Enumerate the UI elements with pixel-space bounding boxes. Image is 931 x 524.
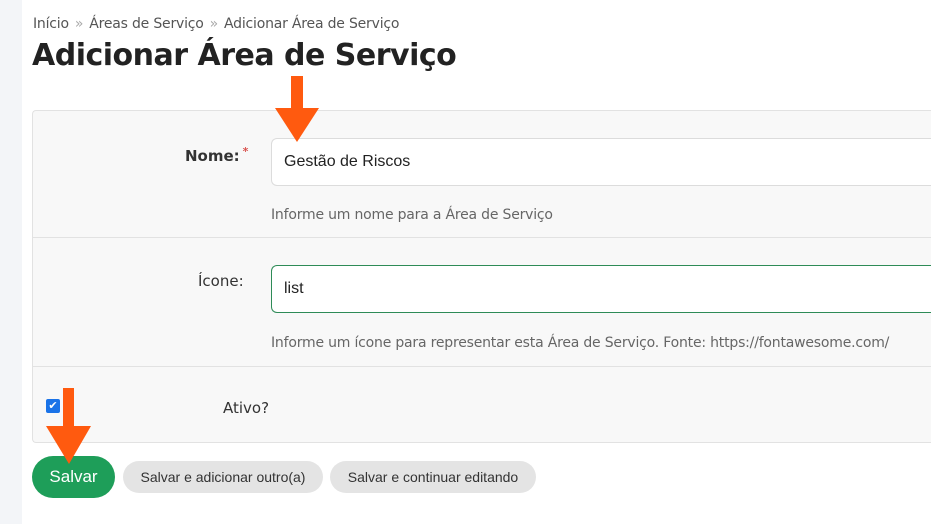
breadcrumb-home-link[interactable]: Início [33, 16, 69, 32]
icon-input[interactable]: list [271, 265, 931, 313]
icon-label: Ícone: [198, 272, 244, 290]
icon-help-text: Informe um ícone para representar esta Á… [271, 335, 890, 351]
checkmark-icon: ✔ [48, 400, 58, 412]
page: Início » Áreas de Serviço » Adicionar Área d… [22, 0, 931, 524]
breadcrumb: Início » Áreas de Serviço » Adicionar Área d… [33, 16, 399, 32]
page-title: Adicionar Área de Serviço [32, 38, 457, 73]
name-help-text: Informe um nome para a Área de Serviço [271, 207, 553, 223]
row-divider [33, 366, 931, 367]
save-button[interactable]: Salvar [32, 456, 115, 498]
row-divider [33, 237, 931, 238]
name-label: Nome: * [185, 145, 249, 165]
breadcrumb-separator: » [209, 16, 219, 32]
breadcrumb-section-link[interactable]: Áreas de Serviço [89, 16, 204, 32]
required-mark: * [242, 145, 249, 158]
name-input[interactable]: Gestão de Riscos [271, 138, 931, 186]
save-and-continue-button[interactable]: Salvar e continuar editando [330, 461, 536, 493]
form-panel: Nome: * Gestão de Riscos Informe um nome … [32, 110, 931, 443]
active-checkbox[interactable]: ✔ [46, 399, 60, 413]
breadcrumb-current: Adicionar Área de Serviço [224, 16, 400, 32]
breadcrumb-separator: » [74, 16, 84, 32]
active-label: Ativo? [223, 399, 270, 417]
save-and-add-button[interactable]: Salvar e adicionar outro(a) [123, 461, 323, 493]
